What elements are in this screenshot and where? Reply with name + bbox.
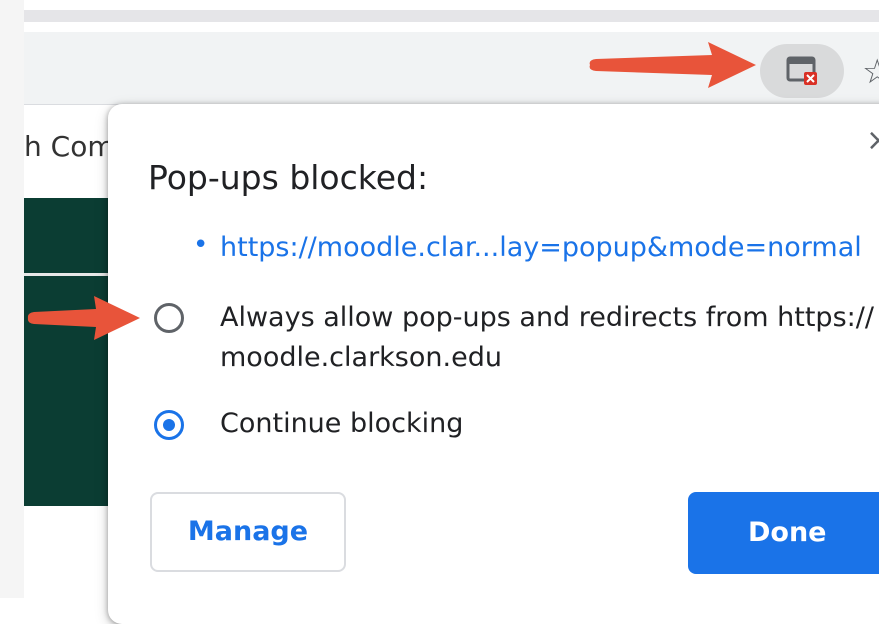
page-left-margin xyxy=(0,0,24,598)
dialog-title: Pop-ups blocked: xyxy=(148,158,429,197)
tab-strip-divider xyxy=(24,10,879,22)
radio-selected-dot xyxy=(163,419,175,431)
page-banner xyxy=(24,198,108,506)
page-banner-divider xyxy=(24,273,108,276)
popup-blocked-icon xyxy=(786,56,817,85)
manage-button[interactable]: Manage xyxy=(150,492,346,572)
page-nav-text: h Com xyxy=(24,130,108,163)
continue-blocking-radio[interactable] xyxy=(154,410,184,440)
annotation-arrow-left-icon xyxy=(27,296,140,340)
popup-blocked-button[interactable] xyxy=(760,44,844,98)
done-button[interactable]: Done xyxy=(688,492,879,574)
always-allow-label-domain[interactable]: moodle.clarkson.edu xyxy=(220,342,502,373)
close-icon[interactable]: × xyxy=(866,126,879,156)
continue-blocking-label[interactable]: Continue blocking xyxy=(220,408,463,439)
blocked-popup-link[interactable]: https://moodle.clar...lay=popup&mode=nor… xyxy=(220,232,862,263)
always-allow-radio[interactable] xyxy=(154,303,184,333)
always-allow-label[interactable]: Always allow pop-ups and redirects from … xyxy=(220,302,874,333)
annotation-arrow-top-icon xyxy=(589,42,756,88)
bookmark-star-icon[interactable]: ☆ xyxy=(862,52,879,92)
list-bullet: • xyxy=(193,230,209,260)
